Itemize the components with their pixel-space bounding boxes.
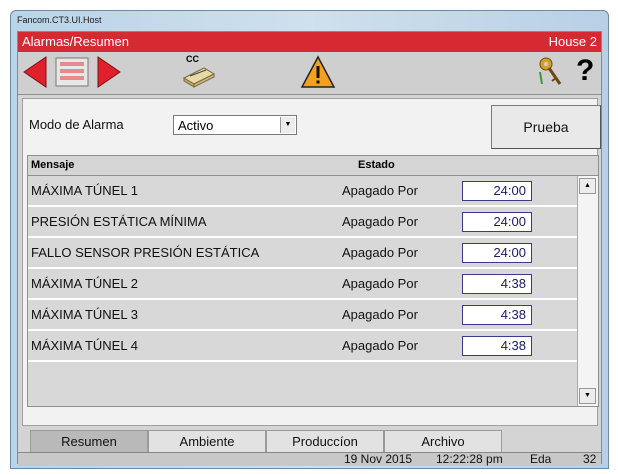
tab-produccion[interactable]: Produccíon bbox=[266, 430, 384, 452]
screen-title: Alarmas/Resumen bbox=[22, 34, 129, 49]
previous-arrow-icon[interactable] bbox=[20, 54, 50, 90]
alarm-mode-select[interactable]: Activo ▼ bbox=[173, 115, 297, 135]
alarm-mode-label: Modo de Alarma bbox=[29, 117, 124, 132]
key-icon[interactable] bbox=[536, 54, 564, 90]
table-rows: MÁXIMA TÚNEL 1 Apagado Por 24:00 PRESIÓN… bbox=[28, 176, 578, 362]
status-number: 32 bbox=[583, 452, 597, 466]
scroll-up-icon[interactable]: ▲ bbox=[579, 178, 596, 194]
tab-archivo[interactable]: Archivo bbox=[384, 430, 502, 452]
row-time-field[interactable]: 24:00 bbox=[462, 181, 532, 201]
row-state: Apagado Por bbox=[342, 245, 418, 260]
status-bar: 19 Nov 2015 12:22:28 pm Eda 32 bbox=[18, 452, 601, 466]
row-time-field[interactable]: 24:00 bbox=[462, 212, 532, 232]
row-state: Apagado Por bbox=[342, 183, 418, 198]
row-state: Apagado Por bbox=[342, 338, 418, 353]
next-arrow-icon[interactable] bbox=[94, 54, 124, 90]
warning-icon[interactable] bbox=[300, 54, 336, 90]
screen-titlebar: Alarmas/Resumen House 2 bbox=[18, 32, 601, 52]
row-state: Apagado Por bbox=[342, 307, 418, 322]
tab-resumen[interactable]: Resumen bbox=[30, 430, 148, 452]
row-message: MÁXIMA TÚNEL 3 bbox=[31, 307, 138, 322]
table-row[interactable]: MÁXIMA TÚNEL 1 Apagado Por 24:00 bbox=[28, 176, 578, 207]
scroll-down-icon[interactable]: ▼ bbox=[579, 388, 596, 404]
table-row[interactable]: MÁXIMA TÚNEL 2 Apagado Por 4:38 bbox=[28, 269, 578, 300]
column-state: Estado bbox=[358, 159, 395, 171]
vertical-scrollbar[interactable]: ▲ ▼ bbox=[577, 176, 598, 406]
status-user: Eda bbox=[530, 452, 552, 466]
house-name: House 2 bbox=[548, 34, 597, 49]
alarm-table: Mensaje Estado MÁXIMA TÚNEL 1 Apagado Po… bbox=[27, 155, 599, 407]
help-button[interactable]: ? bbox=[570, 54, 600, 90]
status-time: 12:22:28 pm bbox=[436, 452, 503, 466]
test-button[interactable]: Prueba bbox=[491, 105, 601, 149]
cc-copy-button[interactable]: CC bbox=[178, 54, 218, 90]
row-time-field[interactable]: 4:38 bbox=[462, 274, 532, 294]
alarm-panel: Modo de Alarma Activo ▼ Prueba Mensaje E… bbox=[22, 98, 601, 426]
row-time-field[interactable]: 4:38 bbox=[462, 336, 532, 356]
row-time-field[interactable]: 4:38 bbox=[462, 305, 532, 325]
list-icon[interactable] bbox=[54, 54, 90, 90]
host-window: Fancom.CT3.UI.Host Alarmas/Resumen House… bbox=[10, 10, 609, 469]
row-message: MÁXIMA TÚNEL 4 bbox=[31, 338, 138, 353]
cc-label: CC bbox=[186, 54, 199, 64]
row-time-field[interactable]: 24:00 bbox=[462, 243, 532, 263]
table-row[interactable]: FALLO SENSOR PRESIÓN ESTÁTICA Apagado Po… bbox=[28, 238, 578, 269]
row-message: PRESIÓN ESTÁTICA MÍNIMA bbox=[31, 214, 207, 229]
printer-icon bbox=[182, 67, 216, 88]
table-header: Mensaje Estado bbox=[28, 156, 598, 176]
row-message: MÁXIMA TÚNEL 1 bbox=[31, 183, 138, 198]
tab-bar: Resumen Ambiente Produccíon Archivo bbox=[18, 430, 601, 452]
table-row[interactable]: PRESIÓN ESTÁTICA MÍNIMA Apagado Por 24:0… bbox=[28, 207, 578, 238]
column-message: Mensaje bbox=[31, 159, 75, 171]
app-panel: Alarmas/Resumen House 2 CC ? Modo de Ala… bbox=[17, 31, 602, 466]
chevron-down-icon[interactable]: ▼ bbox=[280, 117, 295, 133]
row-state: Apagado Por bbox=[342, 214, 418, 229]
window-title: Fancom.CT3.UI.Host bbox=[17, 15, 102, 25]
help-label: ? bbox=[576, 54, 595, 87]
row-message: FALLO SENSOR PRESIÓN ESTÁTICA bbox=[31, 245, 260, 260]
status-date: 19 Nov 2015 bbox=[344, 452, 413, 466]
row-message: MÁXIMA TÚNEL 2 bbox=[31, 276, 138, 291]
row-state: Apagado Por bbox=[342, 276, 418, 291]
tab-ambiente[interactable]: Ambiente bbox=[148, 430, 266, 452]
toolbar: CC ? bbox=[18, 52, 601, 95]
table-row[interactable]: MÁXIMA TÚNEL 3 Apagado Por 4:38 bbox=[28, 300, 578, 331]
table-row[interactable]: MÁXIMA TÚNEL 4 Apagado Por 4:38 bbox=[28, 331, 578, 362]
alarm-mode-value: Activo bbox=[178, 118, 214, 133]
